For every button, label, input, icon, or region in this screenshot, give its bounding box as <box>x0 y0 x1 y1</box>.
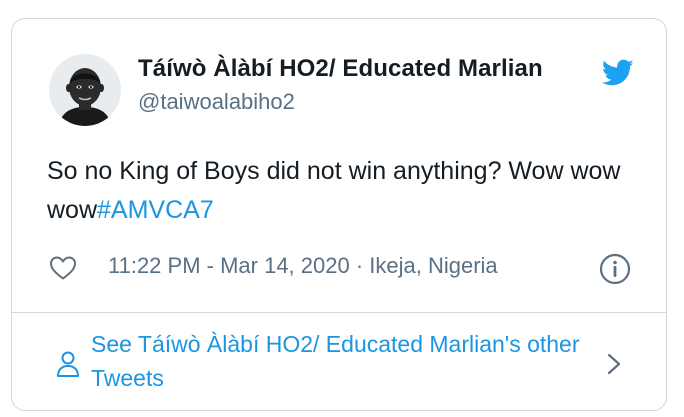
chevron-right-icon[interactable] <box>606 352 622 376</box>
info-icon[interactable] <box>599 253 631 285</box>
tweet-text: So no King of Boys did not win anything?… <box>47 152 647 230</box>
person-icon <box>57 351 79 377</box>
avatar-portrait <box>49 54 121 126</box>
see-other-tweets-link[interactable]: See Táíwò Àlàbí HO2/ Educated Marlian's … <box>91 327 601 395</box>
see-other-tweets-row[interactable]: See Táíwò Àlàbí HO2/ Educated Marlian's … <box>12 313 666 410</box>
tweet-meta-row: 11:22 PM - Mar 14, 2020 · Ikeja, Nigeria <box>49 253 639 285</box>
author-avatar[interactable] <box>49 54 121 126</box>
heart-icon[interactable] <box>49 255 77 281</box>
author-handle[interactable]: @taiwoalabiho2 <box>138 89 295 115</box>
embedded-tweet-card: Táíwò Àlàbí HO2/ Educated Marlian @taiwo… <box>11 18 667 411</box>
tweet-timestamp-location[interactable]: 11:22 PM - Mar 14, 2020 · Ikeja, Nigeria <box>108 253 498 279</box>
author-name[interactable]: Táíwò Àlàbí HO2/ Educated Marlian <box>138 55 543 83</box>
twitter-bird-icon[interactable] <box>602 59 634 87</box>
hashtag-link[interactable]: #AMVCA7 <box>97 196 214 224</box>
